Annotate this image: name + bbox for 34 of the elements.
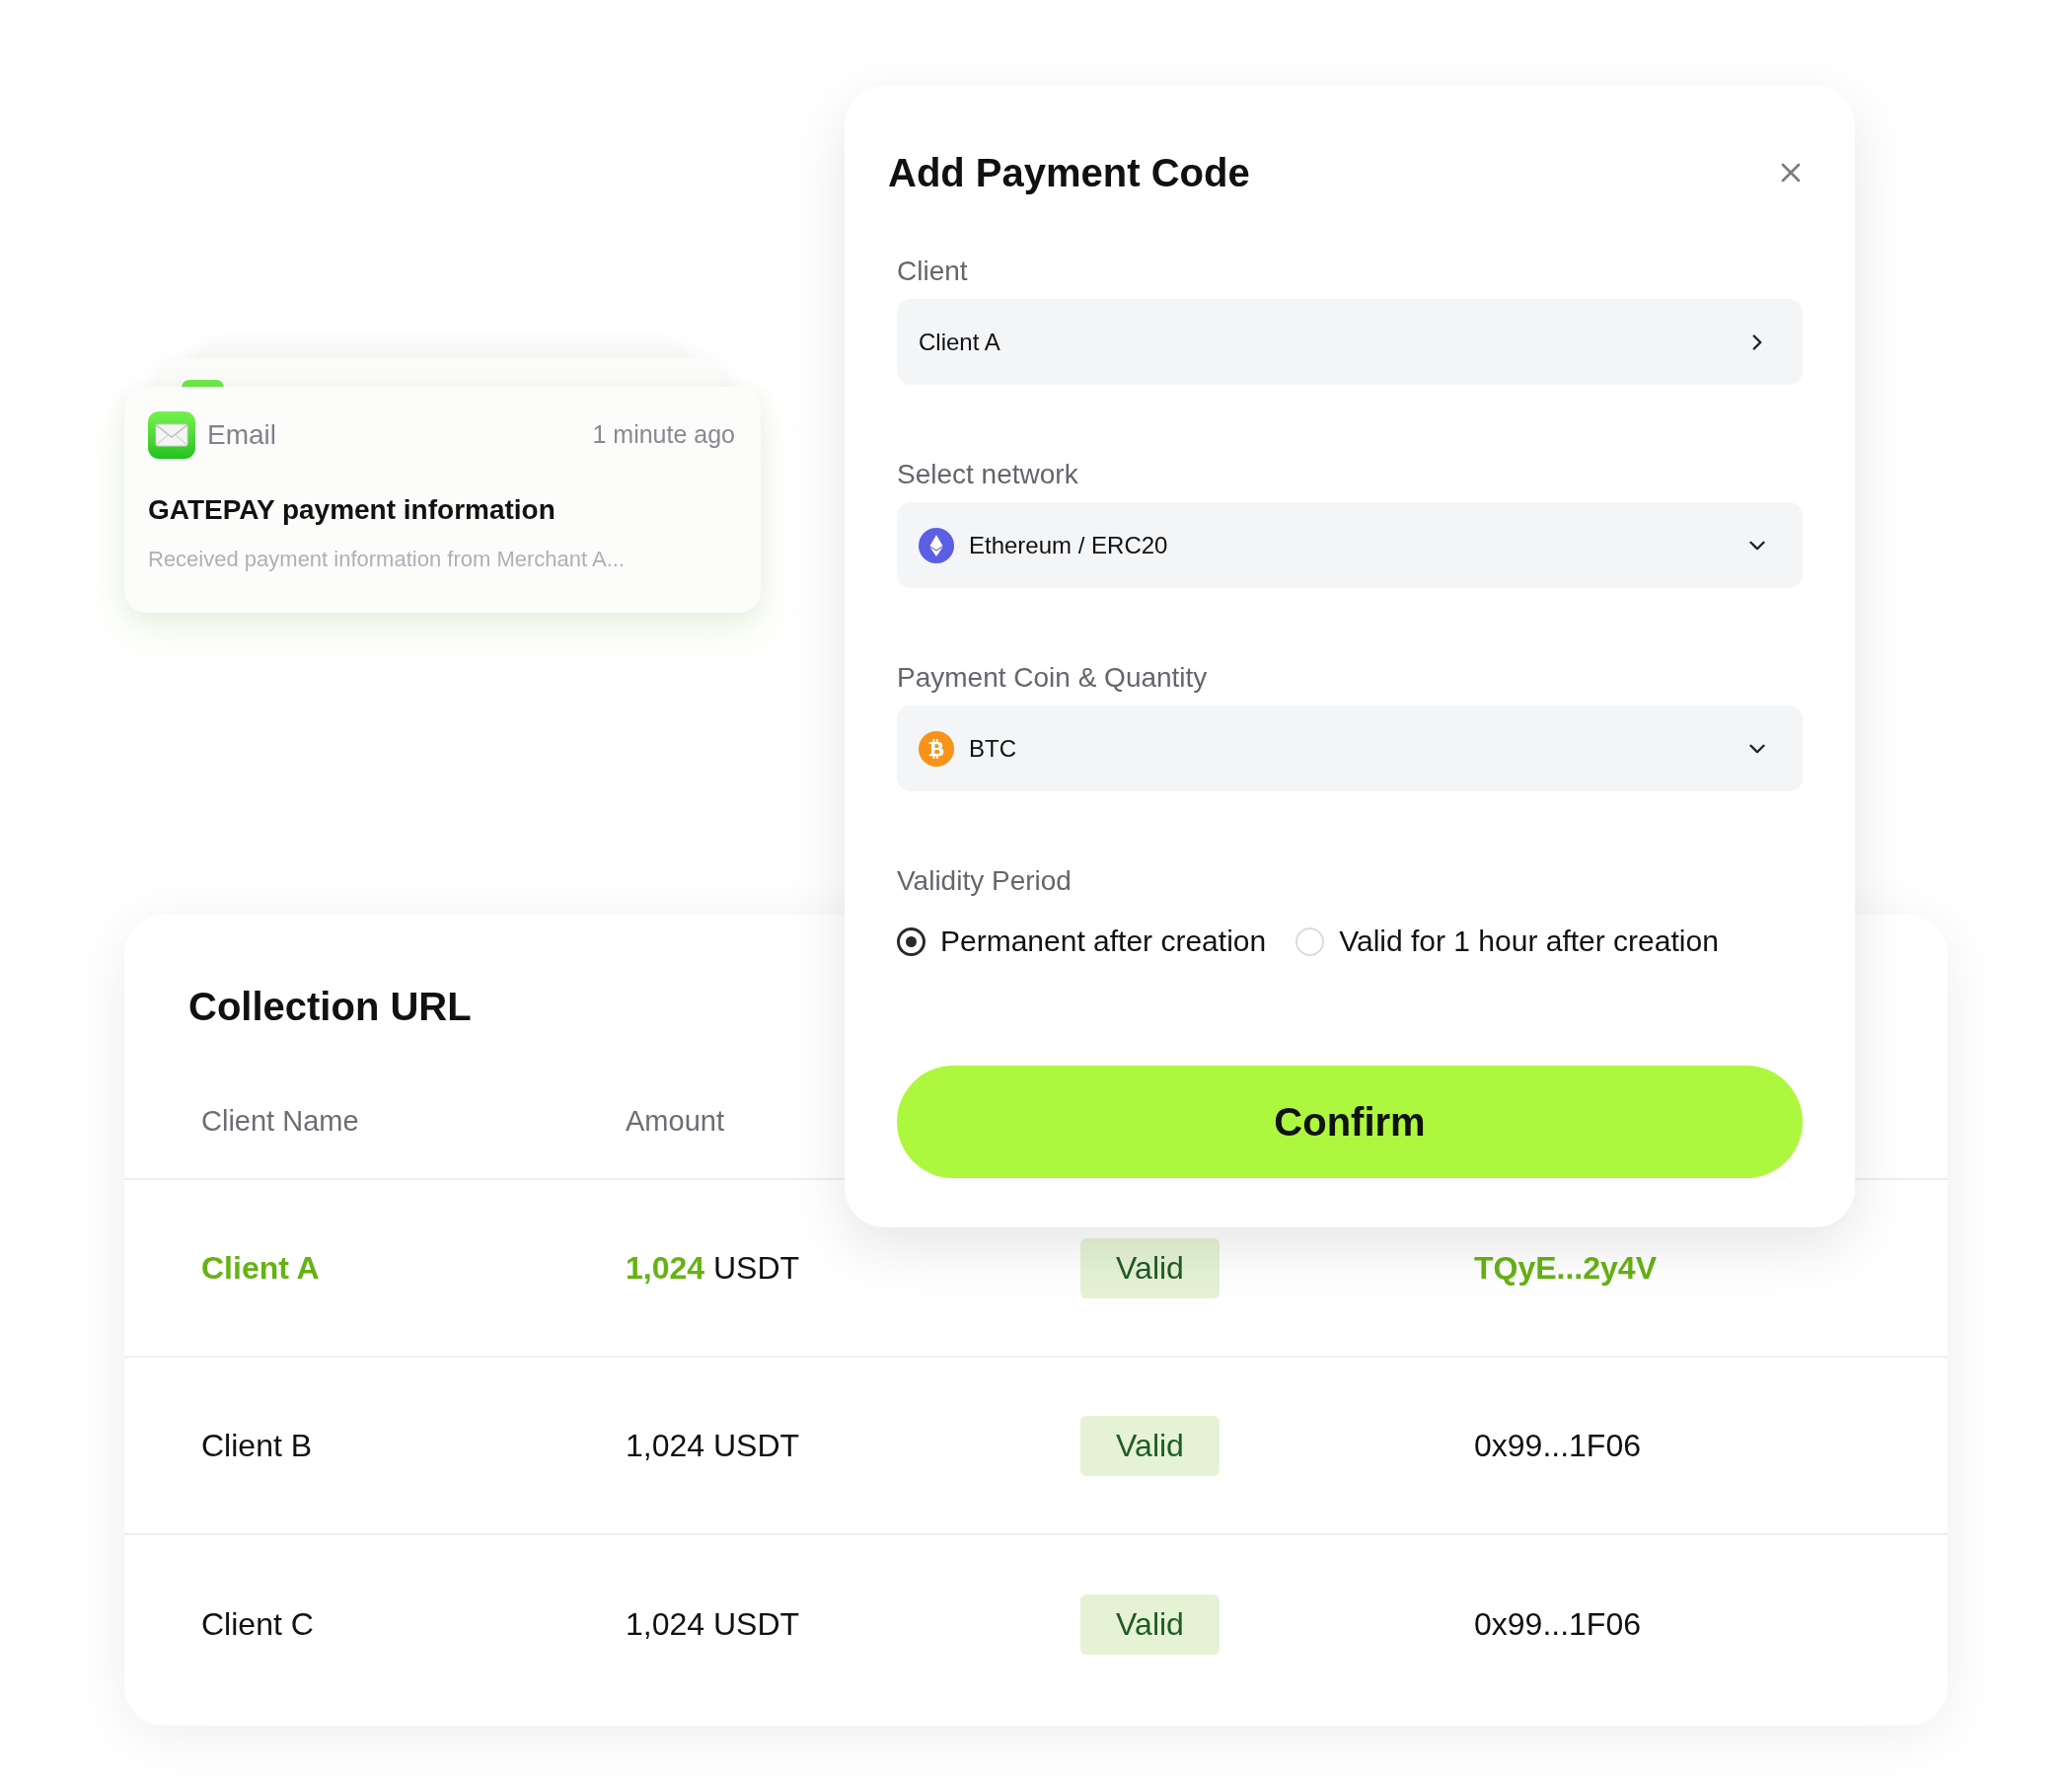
network-select[interactable]: Ethereum / ERC20 (897, 502, 1803, 588)
radio-option[interactable]: Permanent after creation (897, 922, 1267, 961)
status-badge: Valid (1080, 1593, 1220, 1655)
table-title: Collection URL (188, 984, 472, 1030)
bitcoin-icon (919, 730, 954, 767)
status-badge: Valid (1080, 1415, 1220, 1476)
amount-cell-text: 1,024 USDT (626, 1249, 800, 1288)
column-header: Amount (626, 1104, 724, 1140)
address-cell-text: 0x99...1F06 (1474, 1427, 1641, 1465)
radio-button[interactable] (897, 926, 925, 956)
field-label: Payment Coin & Quantity (897, 661, 1209, 695)
client-select[interactable]: Client A (897, 299, 1803, 385)
status-badge: Valid (1080, 1237, 1220, 1298)
timestamp: 1 minute ago (592, 419, 735, 451)
client-name-cell-text: Client C (201, 1605, 314, 1644)
field-label: Validity Period (897, 864, 1073, 898)
amount-cell-text: 1,024 USDT (626, 1605, 800, 1644)
field-label: Select network (897, 458, 1079, 491)
confirm-button[interactable]: Confirm (897, 1066, 1803, 1178)
notification-preview: Received payment information from Merchant A... (148, 546, 626, 573)
mail-icon (148, 411, 195, 459)
address-cell-text: TQyE...2y4V (1474, 1249, 1657, 1288)
client-name-cell-text: Client A (201, 1249, 320, 1288)
field-label: Client (897, 255, 969, 288)
dialog-title: Add Payment Code (888, 150, 1250, 196)
ethereum-icon (919, 527, 954, 563)
app-name: Email (207, 418, 276, 452)
address-cell-text: 0x99...1F06 (1474, 1605, 1641, 1644)
amount-cell-text: 1,024 USDT (626, 1427, 800, 1465)
radio-option[interactable]: Valid for 1 hour after creation (1295, 922, 1719, 961)
client-name-cell-text: Client B (201, 1427, 313, 1465)
column-header: Client Name (201, 1104, 359, 1140)
notification-title: GATEPAY payment information (148, 493, 556, 527)
coin-select[interactable]: BTC (897, 705, 1803, 791)
